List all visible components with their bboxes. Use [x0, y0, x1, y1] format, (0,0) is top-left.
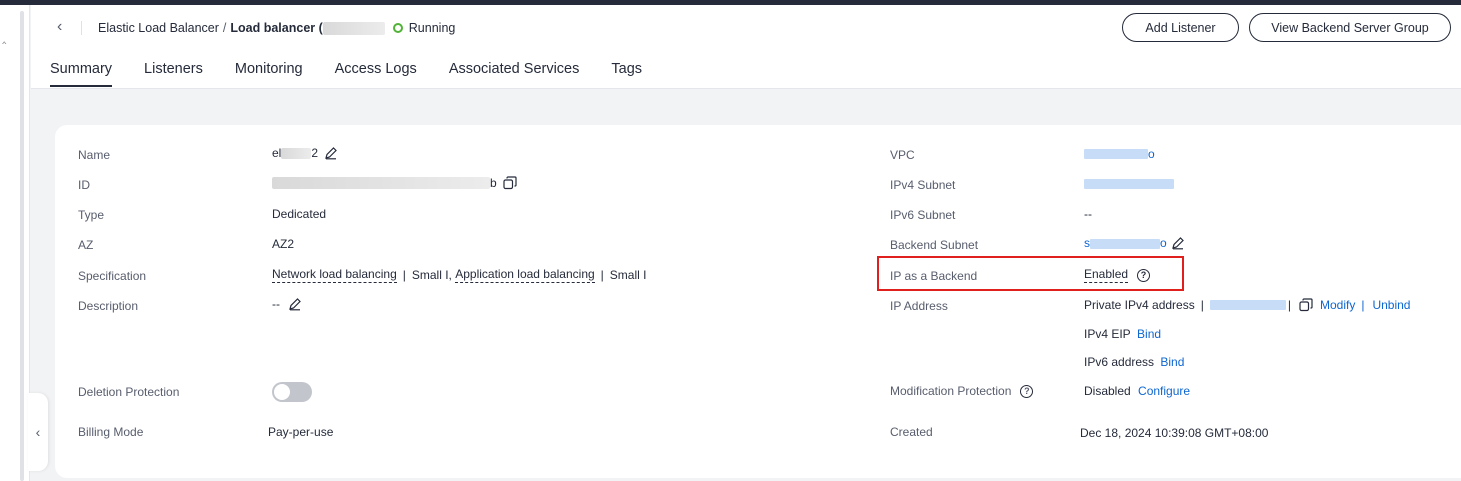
- ipv4-subnet-label: IPv4 Subnet: [890, 178, 956, 192]
- type-value: Dedicated: [272, 207, 327, 221]
- private-ipv4-label: Private IPv4 address: [1084, 298, 1195, 312]
- bind-ipv6-link[interactable]: Bind: [1160, 355, 1184, 369]
- vpc-label: VPC: [890, 148, 915, 162]
- spec-pipe-2: |: [600, 268, 604, 282]
- redacted-private-ip: [1209, 300, 1286, 310]
- modification-protection-label: Modification Protection: [890, 384, 1012, 398]
- copy-icon[interactable]: [503, 176, 517, 190]
- redacted-backend-subnet: [1090, 238, 1160, 249]
- help-icon[interactable]: ?: [1137, 268, 1151, 282]
- left-rail: ‸: [0, 5, 30, 481]
- ip-as-backend-status[interactable]: Enabled: [1084, 267, 1129, 283]
- ipv4-subnet-link[interactable]: [1084, 179, 1174, 189]
- redacted-vpc: [1084, 149, 1148, 159]
- modification-protection-label-row: Modification Protection ?: [890, 384, 1034, 398]
- edit-icon[interactable]: [288, 297, 302, 311]
- tab-listeners[interactable]: Listeners: [144, 61, 203, 87]
- vpc-suffix: o: [1148, 147, 1155, 161]
- unbind-ip-link[interactable]: Unbind: [1372, 298, 1410, 312]
- redacted-id: [272, 177, 490, 189]
- tab-summary[interactable]: Summary: [50, 61, 113, 87]
- name-suffix: 2: [311, 146, 319, 160]
- redacted-lb-name: [322, 22, 385, 36]
- bind-ipv4-eip-link[interactable]: Bind: [1137, 327, 1161, 341]
- page-header: ‹ Elastic Load Balancer / Load balancer ( R…: [31, 5, 1461, 89]
- type-label: Type: [78, 208, 105, 222]
- modify-ip-link[interactable]: Modify: [1320, 298, 1355, 312]
- tab-monitoring[interactable]: Monitoring: [235, 61, 303, 87]
- help-icon[interactable]: ?: [1020, 384, 1034, 398]
- collapse-chevron-icon[interactable]: ‹: [28, 393, 48, 471]
- copy-icon[interactable]: [1299, 298, 1313, 312]
- name-value: el 2: [272, 146, 338, 160]
- edit-icon[interactable]: [324, 146, 338, 160]
- name-prefix: el: [272, 146, 282, 160]
- ipv4-eip-label: IPv4 EIP: [1084, 327, 1131, 341]
- id-suffix: b: [490, 176, 497, 190]
- az-label: AZ: [78, 238, 94, 252]
- chevron-up-icon[interactable]: ‸: [2, 29, 6, 45]
- tab-associated-services[interactable]: Associated Services: [449, 61, 580, 87]
- tab-tags[interactable]: Tags: [611, 61, 642, 87]
- specification-value: Network load balancing | Small I, Applicat…: [272, 267, 646, 283]
- ipv6-subnet-label: IPv6 Subnet: [890, 208, 956, 222]
- breadcrumb-separator: /: [222, 21, 227, 35]
- redacted-ipv4-subnet: [1084, 179, 1174, 189]
- status-text: Running: [408, 21, 456, 35]
- ip-pipe-2: |: [1287, 298, 1291, 312]
- id-label: ID: [78, 178, 90, 192]
- tab-bar: Summary Listeners Monitoring Access Logs…: [50, 61, 674, 87]
- rail-scrollbar[interactable]: [20, 11, 24, 481]
- spec-small-1: Small I,: [411, 268, 452, 282]
- specification-label: Specification: [78, 269, 147, 283]
- description-text: --: [272, 297, 280, 311]
- modification-protection-value: Disabled Configure: [1084, 384, 1190, 398]
- created-value: Dec 18, 2024 10:39:08 GMT+08:00: [1080, 426, 1269, 440]
- add-listener-button[interactable]: Add Listener: [1122, 13, 1239, 42]
- description-value: --: [272, 297, 302, 311]
- backend-subnet-link[interactable]: so: [1084, 236, 1167, 250]
- header-divider: [81, 21, 82, 35]
- ip-pipe-3: |: [1361, 298, 1365, 312]
- private-ipv4-row: Private IPv4 address | | Modify | Unbind: [1084, 298, 1410, 312]
- back-icon[interactable]: ‹: [57, 18, 62, 36]
- redacted-name: [281, 147, 312, 159]
- tab-access-logs[interactable]: Access Logs: [335, 61, 417, 87]
- backend-subnet-value: so: [1084, 236, 1185, 250]
- ipv4-eip-row: IPv4 EIP Bind: [1084, 327, 1161, 341]
- breadcrumb-parent[interactable]: Elastic Load Balancer: [98, 21, 219, 35]
- breadcrumb: Elastic Load Balancer / Load balancer ( Run…: [98, 21, 456, 36]
- ip-as-backend-value: Enabled ?: [1084, 267, 1151, 283]
- az-value: AZ2: [272, 237, 295, 251]
- ipv6-address-label: IPv6 address: [1084, 355, 1155, 369]
- ipv6-subnet-value: --: [1084, 207, 1092, 221]
- deletion-protection-label: Deletion Protection: [78, 385, 180, 399]
- name-label: Name: [78, 148, 111, 162]
- view-backend-server-group-button[interactable]: View Backend Server Group: [1249, 13, 1451, 42]
- ip-pipe-1: |: [1200, 298, 1204, 312]
- edit-icon[interactable]: [1171, 236, 1185, 250]
- description-label: Description: [78, 299, 139, 313]
- billing-mode-label: Billing Mode: [78, 425, 144, 439]
- spec-small-2: Small I: [609, 268, 647, 282]
- id-value: b: [272, 176, 517, 190]
- deletion-protection-toggle[interactable]: [272, 382, 312, 402]
- vpc-link[interactable]: o: [1084, 147, 1155, 161]
- spec-application[interactable]: Application load balancing: [455, 267, 595, 283]
- breadcrumb-current: Load balancer (: [230, 21, 323, 35]
- spec-network[interactable]: Network load balancing: [272, 267, 397, 283]
- billing-mode-value: Pay-per-use: [268, 425, 334, 439]
- spec-pipe-1: |: [402, 268, 406, 282]
- ipv6-address-row: IPv6 address Bind: [1084, 355, 1184, 369]
- configure-link[interactable]: Configure: [1138, 384, 1190, 398]
- created-label: Created: [890, 425, 933, 439]
- backend-subnet-suffix: o: [1160, 236, 1167, 250]
- ip-address-label: IP Address: [890, 299, 948, 313]
- modification-protection-status: Disabled: [1084, 384, 1131, 398]
- toggle-knob: [274, 384, 290, 400]
- ip-as-backend-label: IP as a Backend: [890, 269, 978, 283]
- backend-subnet-label: Backend Subnet: [890, 238, 979, 252]
- status-running-icon: [392, 23, 403, 33]
